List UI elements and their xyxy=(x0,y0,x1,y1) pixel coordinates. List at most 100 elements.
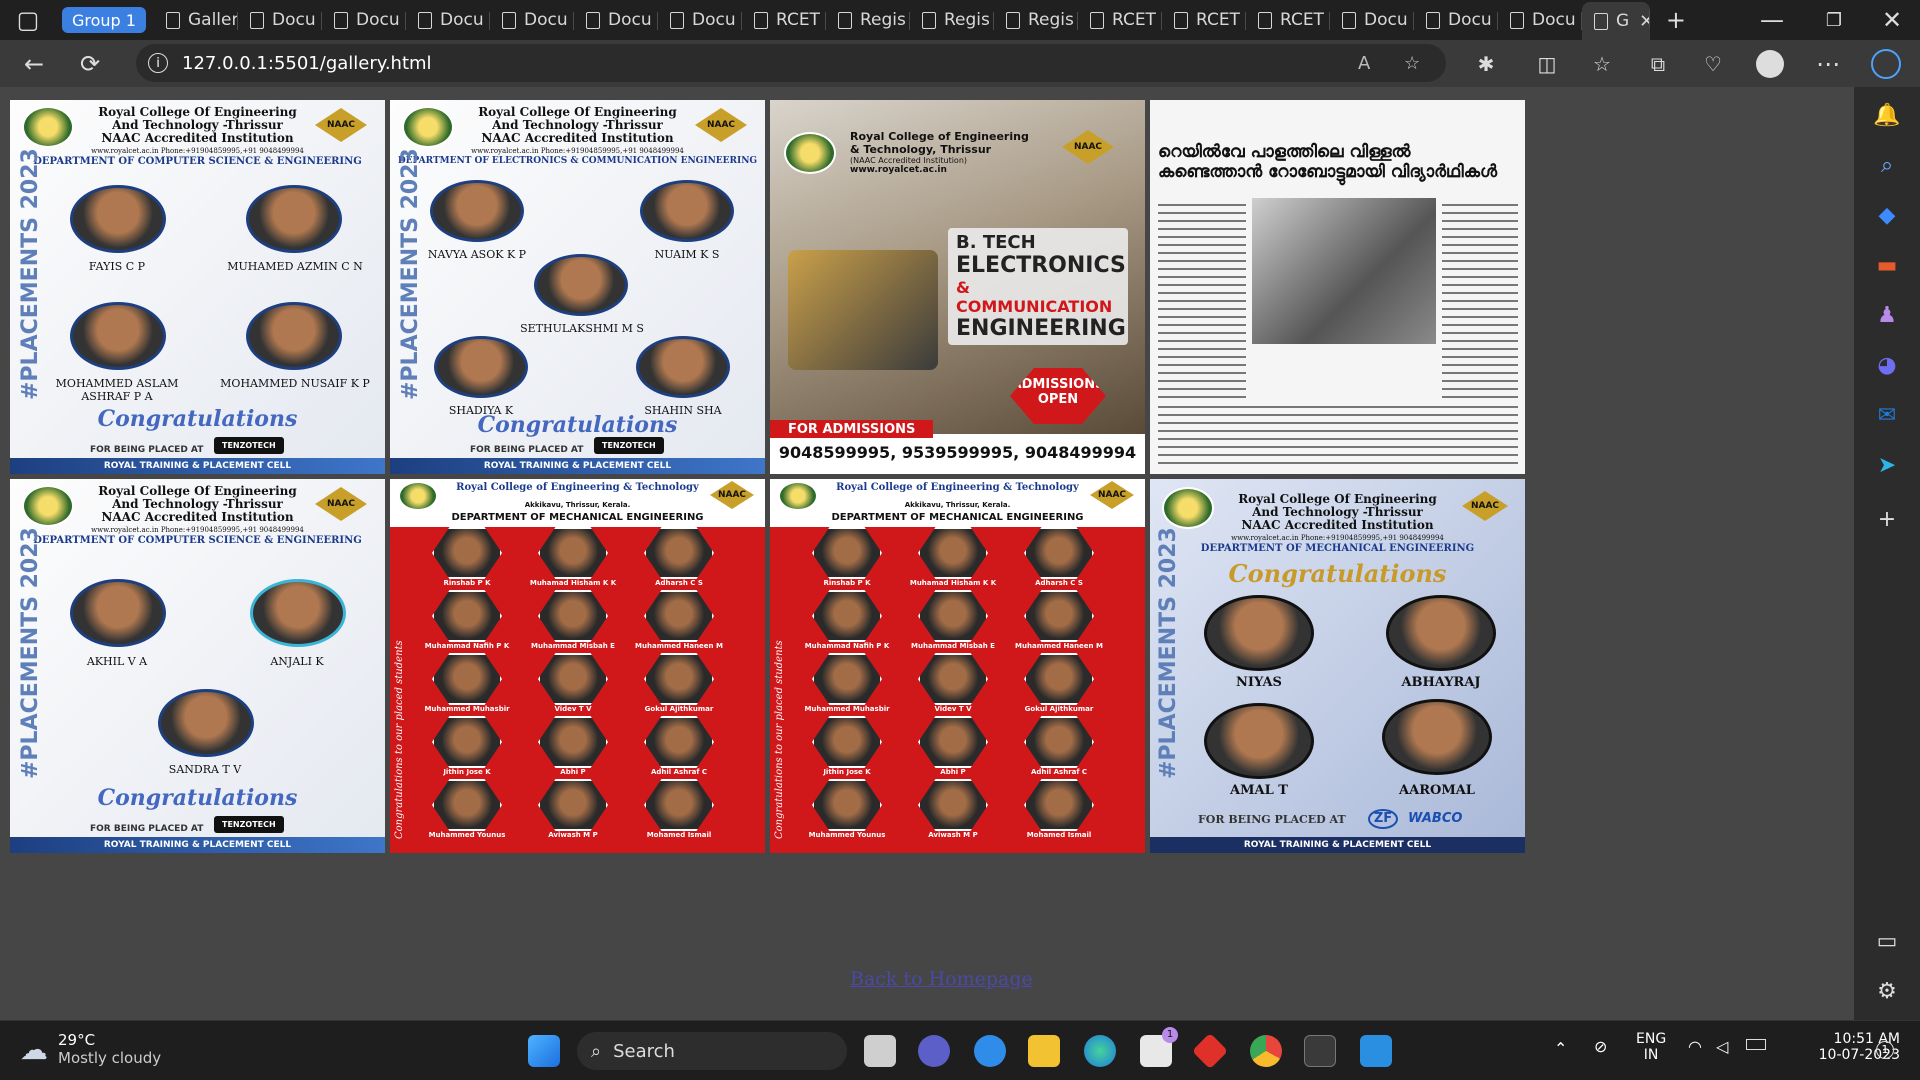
url-field[interactable]: i 127.0.0.1:5501/gallery.html A ☆ xyxy=(136,44,1446,82)
browser-tab[interactable]: Regis xyxy=(910,4,994,36)
student-name: NIYAS xyxy=(1236,675,1282,690)
copilot-icon[interactable] xyxy=(1866,44,1906,84)
tab-label: Docu xyxy=(439,10,484,30)
browser-tab[interactable]: Docu xyxy=(1498,4,1582,36)
tab-group-label[interactable]: Group 1 xyxy=(62,7,146,33)
tools-icon[interactable]: ▬ xyxy=(1873,251,1901,279)
minimize-icon[interactable]: — xyxy=(1752,0,1792,40)
shopping-icon[interactable]: ◆ xyxy=(1873,201,1901,229)
address-bar: ← ⟳ i 127.0.0.1:5501/gallery.html A ☆ ✱ … xyxy=(0,40,1920,87)
app-red-icon[interactable] xyxy=(1191,1032,1229,1070)
close-tab-icon[interactable]: ✕ xyxy=(1639,11,1650,32)
student-name: MOHAMMED ASLAM ASHRAF P A xyxy=(55,377,179,403)
hide-sidebar-icon[interactable]: ▭ xyxy=(1873,927,1901,955)
document-icon xyxy=(1425,11,1440,29)
placement-cell-footer: ROYAL TRAINING & PLACEMENT CELL xyxy=(390,458,765,474)
student-name: Muhammad Nafih P K xyxy=(804,642,890,650)
task-view-icon[interactable] xyxy=(864,1035,896,1067)
edge-icon[interactable] xyxy=(1084,1035,1116,1067)
battery-icon[interactable] xyxy=(1746,1039,1766,1050)
student-name: Adharsh C S xyxy=(1035,579,1083,587)
chrome-icon[interactable] xyxy=(1250,1035,1282,1067)
taskbar-search[interactable]: ⌕ Search xyxy=(577,1032,847,1070)
close-window-icon[interactable]: ✕ xyxy=(1872,0,1912,40)
back-to-homepage-link[interactable]: Back to Homepage xyxy=(850,968,1033,990)
weather-widget[interactable]: ☁ 29°C Mostly cloudy xyxy=(20,1031,161,1067)
send-icon[interactable]: ➤ xyxy=(1873,451,1901,479)
student-photo xyxy=(918,716,988,768)
browser-tab[interactable]: RCET xyxy=(1078,4,1162,36)
more-options-icon[interactable]: ⋯ xyxy=(1808,44,1848,84)
browser-tab[interactable]: Galler xyxy=(154,4,238,36)
language-indicator[interactable]: ENG IN xyxy=(1636,1031,1666,1063)
performance-icon[interactable]: ♡ xyxy=(1693,44,1733,84)
gallery-image-mech-blue[interactable]: NAAC Royal College Of Engineering And Te… xyxy=(1150,479,1525,853)
outlook-icon[interactable]: ✉ xyxy=(1873,401,1901,429)
browser-tab[interactable]: RCET xyxy=(1246,4,1330,36)
student-photo xyxy=(158,689,254,757)
volume-icon[interactable]: ◁ xyxy=(1716,1037,1728,1056)
document-icon xyxy=(753,11,768,29)
browser-tab[interactable]: Docu xyxy=(574,4,658,36)
split-screen-icon[interactable]: ◫ xyxy=(1527,44,1567,84)
tab-actions-icon[interactable]: ▢ xyxy=(0,0,56,40)
tray-network-off-icon[interactable]: ⊘ xyxy=(1594,1037,1607,1056)
congrats-text: Congratulations xyxy=(1228,559,1447,588)
search-icon[interactable]: ⌕ xyxy=(1873,151,1901,179)
settings-icon[interactable]: ⚙ xyxy=(1873,977,1901,1005)
vscode-icon[interactable] xyxy=(1360,1035,1392,1067)
document-icon xyxy=(1509,11,1524,29)
extensions-icon[interactable]: ✱ xyxy=(1466,44,1506,84)
favorite-icon[interactable]: ☆ xyxy=(1404,53,1420,74)
gallery-image-cse-1[interactable]: NAAC Royal College Of Engineering And Te… xyxy=(10,100,385,474)
start-icon[interactable] xyxy=(528,1035,560,1067)
browser-tab[interactable]: Regis xyxy=(826,4,910,36)
gallery-image-cse-2[interactable]: NAAC Royal College Of Engineering And Te… xyxy=(10,479,385,853)
copilot-sidebar-icon[interactable]: ◕ xyxy=(1873,351,1901,379)
favorites-icon[interactable]: ☆ xyxy=(1582,44,1622,84)
browser-tab[interactable]: Docu xyxy=(1414,4,1498,36)
tab-label: Galler xyxy=(187,10,238,30)
back-icon[interactable]: ← xyxy=(14,44,54,84)
info-icon[interactable]: i xyxy=(148,53,168,73)
file-explorer-icon[interactable] xyxy=(1028,1035,1060,1067)
student-name: NAVYA ASOK K P xyxy=(427,248,527,261)
student-name: Rinshab P K xyxy=(443,579,491,587)
student-name: Mohamed Ismail xyxy=(646,831,712,839)
gallery-image-newspaper[interactable]: റെയിൽവേ പാളത്തിലെ വിള്ളൽ കണ്ടെത്താൻ റോബോ… xyxy=(1150,100,1525,474)
browser-tab[interactable]: Docu xyxy=(238,4,322,36)
collections-icon[interactable]: ⧉ xyxy=(1638,44,1678,84)
browser-tab[interactable]: Docu xyxy=(406,4,490,36)
gallery-image-ece[interactable]: NAAC Royal College Of Engineering And Te… xyxy=(390,100,765,474)
admissions-naac: (NAAC Accredited Institution) xyxy=(850,156,968,165)
active-tab[interactable]: G ✕ xyxy=(1581,2,1650,40)
add-sidebar-icon[interactable]: + xyxy=(1873,505,1901,533)
browser-tab[interactable]: Docu xyxy=(658,4,742,36)
tab-label: RCET xyxy=(775,10,820,30)
browser-tab[interactable]: Docu xyxy=(1330,4,1414,36)
gallery-image-mech-red-2[interactable]: NAAC Royal College of Engineering & Tech… xyxy=(770,479,1145,853)
browser-tab[interactable]: Docu xyxy=(490,4,574,36)
refresh-icon[interactable]: ⟳ xyxy=(70,44,110,84)
wifi-icon[interactable]: ◠ xyxy=(1688,1037,1702,1056)
notification-badge[interactable]: 1 xyxy=(1876,1041,1894,1059)
student-photo xyxy=(432,590,502,642)
read-aloud-icon[interactable]: A xyxy=(1358,53,1370,74)
gallery-image-mech-red-1[interactable]: NAAC Royal College of Engineering & Tech… xyxy=(390,479,765,853)
new-tab-icon[interactable]: + xyxy=(1656,0,1696,40)
terminal-icon[interactable] xyxy=(1304,1035,1336,1067)
games-icon[interactable]: ♟ xyxy=(1873,301,1901,329)
help-icon[interactable] xyxy=(974,1035,1006,1067)
store-icon[interactable]: 1 xyxy=(1140,1027,1178,1067)
college-header: Royal College Of Engineering And Technol… xyxy=(10,106,385,158)
chat-icon[interactable] xyxy=(918,1035,950,1067)
gallery-image-admissions[interactable]: Royal College of Engineering & Technolog… xyxy=(770,100,1145,474)
browser-tab[interactable]: Regis xyxy=(994,4,1078,36)
tray-chevron-icon[interactable]: ⌃ xyxy=(1554,1039,1567,1058)
profile-avatar[interactable] xyxy=(1750,44,1790,84)
browser-tab[interactable]: RCET xyxy=(1162,4,1246,36)
browser-tab[interactable]: RCET xyxy=(742,4,826,36)
bell-icon[interactable]: 🔔 xyxy=(1873,101,1901,129)
restore-icon[interactable]: ❐ xyxy=(1814,0,1854,40)
browser-tab[interactable]: Docu xyxy=(322,4,406,36)
